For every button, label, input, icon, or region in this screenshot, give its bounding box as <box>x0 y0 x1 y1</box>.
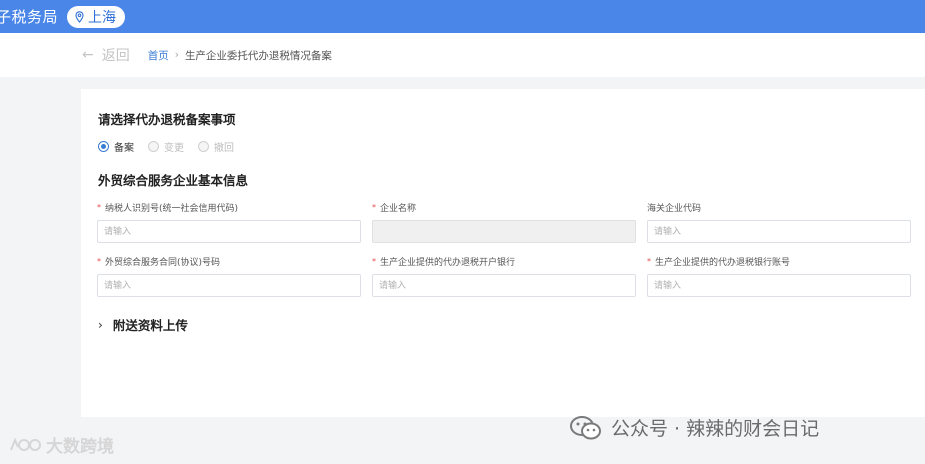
breadcrumb: 首页 › 生产企业委托代办退税情况备案 <box>148 48 332 63</box>
watermark-text: 公众号 · 辣辣的财会日记 <box>611 418 820 440</box>
back-label: 返回 <box>101 48 130 64</box>
radio-unchecked-icon <box>198 141 209 152</box>
radio-option-change[interactable]: 变更 <box>148 139 184 154</box>
back-button[interactable]: ← 返回 <box>82 45 130 65</box>
contract-number-input[interactable] <box>97 274 361 297</box>
refund-bank-input[interactable] <box>372 274 636 297</box>
logo-watermark-text: 大数跨境 <box>46 437 114 457</box>
taxpayer-id-input[interactable] <box>97 220 361 243</box>
radio-option-label: 撤回 <box>214 143 234 154</box>
field-label: 生产企业提供的代办退税银行账号 <box>655 257 791 268</box>
breadcrumb-current: 生产企业委托代办退税情况备案 <box>184 49 332 62</box>
breadcrumb-home-link[interactable]: 首页 <box>148 48 169 63</box>
required-mark: * <box>97 256 101 266</box>
field-refund-bank: * 生产企业提供的代办退税开户银行 <box>372 254 636 297</box>
field-company-name: * 企业名称 <box>372 200 636 243</box>
navigation-bar: ← 返回 首页 › 生产企业委托代办退税情况备案 <box>0 33 925 77</box>
brand-logo-icon <box>10 436 41 451</box>
arrow-left-icon: ← <box>82 47 94 63</box>
field-label: 外贸综合服务合同(协议)号码 <box>105 257 221 268</box>
required-mark: * <box>372 202 376 212</box>
customs-code-input[interactable] <box>647 220 911 243</box>
filing-type-radio-group: 备案 变更 撤回 <box>98 139 234 154</box>
wechat-watermark: 公众号 · 辣辣的财会日记 <box>569 414 819 441</box>
field-label: 纳税人识别号(统一社会信用代码) <box>105 203 239 214</box>
field-contract-number: * 外贸综合服务合同(协议)号码 <box>97 254 361 297</box>
app-title: 子税务局 <box>0 8 59 26</box>
logo-watermark: 大数跨境 <box>8 432 114 457</box>
radio-option-label: 备案 <box>114 143 134 154</box>
required-mark: * <box>372 256 376 266</box>
field-refund-account: * 生产企业提供的代办退税银行账号 <box>647 254 911 297</box>
select-section-title: 请选择代办退税备案事项 <box>98 112 236 127</box>
radio-option-withdraw[interactable]: 撤回 <box>198 139 234 154</box>
region-label: 上海 <box>88 9 117 26</box>
attachments-section-toggle[interactable]: › 附送资料上传 <box>98 315 188 334</box>
radio-option-label: 变更 <box>164 143 184 154</box>
top-header-bar: 子税务局 上海 <box>0 0 925 33</box>
company-name-input <box>372 220 636 243</box>
attachments-section-title: 附送资料上传 <box>112 318 188 333</box>
region-selector[interactable]: 上海 <box>67 5 126 28</box>
field-label: 生产企业提供的代办退税开户银行 <box>380 257 516 268</box>
radio-unchecked-icon <box>148 141 159 152</box>
wechat-icon <box>570 415 601 439</box>
field-label: 海关企业代码 <box>647 203 702 214</box>
location-pin-icon <box>75 10 84 23</box>
field-customs-code: 海关企业代码 <box>647 200 911 243</box>
required-mark: * <box>97 202 101 212</box>
basic-info-section-title: 外贸综合服务企业基本信息 <box>98 173 249 188</box>
field-label: 企业名称 <box>380 203 417 214</box>
radio-checked-icon <box>98 141 109 152</box>
breadcrumb-separator: › <box>174 49 179 61</box>
chevron-right-icon: › <box>98 317 103 332</box>
radio-option-filing[interactable]: 备案 <box>98 139 134 154</box>
required-mark: * <box>647 256 651 266</box>
refund-account-input[interactable] <box>647 274 911 297</box>
field-taxpayer-id: * 纳税人识别号(统一社会信用代码) <box>97 200 361 243</box>
form-panel: 请选择代办退税备案事项 备案 变更 撤回 外贸综合服务企业基本信息 * 纳税人识… <box>81 89 925 417</box>
